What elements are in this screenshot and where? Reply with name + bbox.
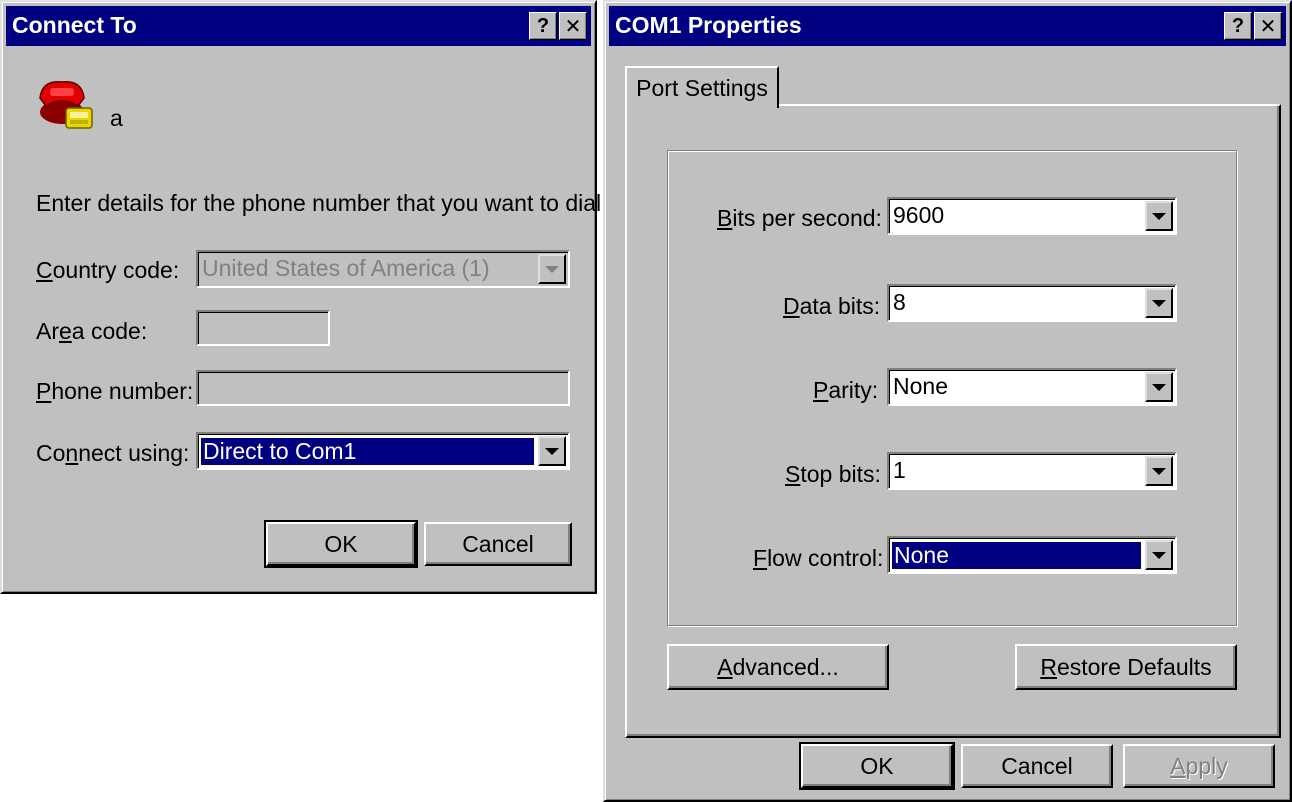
com1-properties-dialog: COM1 Properties ? ✕ Port Settings Bits p… [603, 0, 1292, 802]
data-bits-select[interactable]: 8 [887, 284, 1177, 322]
phone-number-label: Phone number: [36, 378, 194, 404]
ok-button[interactable]: OK [799, 742, 955, 790]
connect-using-dropdown[interactable] [538, 436, 566, 466]
phone-number-field[interactable] [196, 370, 570, 406]
stop-bits-label: Stop bits: [785, 461, 881, 487]
close-button[interactable]: ✕ [1254, 12, 1282, 40]
country-code-dropdown[interactable] [538, 254, 566, 284]
phone-icon [39, 81, 93, 129]
flow-control-dropdown[interactable] [1145, 540, 1173, 570]
instruction-text: Enter details for the phone number that … [36, 190, 608, 216]
stop-bits-dropdown[interactable] [1145, 456, 1173, 486]
flow-control-select[interactable]: None [887, 536, 1177, 574]
parity-label: Parity: [813, 377, 879, 403]
bits-per-second-select[interactable]: 9600 [887, 197, 1177, 235]
chevron-down-icon [1152, 467, 1166, 475]
area-code-label: Area code: [36, 318, 148, 344]
help-icon: ? [536, 14, 550, 37]
chevron-down-icon [545, 265, 559, 273]
parity-dropdown[interactable] [1145, 372, 1173, 402]
connect-using-value: Direct to Com1 [200, 437, 535, 466]
bits-per-second-dropdown[interactable] [1145, 201, 1173, 231]
cancel-button[interactable]: Cancel [424, 522, 572, 566]
country-code-select[interactable]: United States of America (1) [196, 250, 570, 288]
cancel-button[interactable]: Cancel [961, 744, 1113, 788]
help-icon: ? [1231, 14, 1245, 37]
restore-defaults-button[interactable]: Restore Defaults [1015, 644, 1237, 690]
tab-join [627, 104, 777, 107]
chevron-down-icon [1152, 551, 1166, 559]
chevron-down-icon [1152, 383, 1166, 391]
close-icon: ✕ [564, 15, 582, 38]
parity-select[interactable]: None [887, 368, 1177, 406]
area-code-field[interactable] [196, 310, 330, 346]
data-bits-label: Data bits: [783, 293, 881, 319]
entry-name: a [110, 105, 123, 131]
flow-control-label: Flow control: [753, 545, 884, 571]
close-icon: ✕ [1259, 15, 1277, 38]
advanced-button[interactable]: Advanced... [667, 644, 889, 690]
tab-port-settings[interactable]: Port Settings [625, 66, 779, 108]
close-button[interactable]: ✕ [559, 12, 587, 40]
ok-button[interactable]: OK [264, 520, 418, 568]
chevron-down-icon [1152, 212, 1166, 220]
connect-using-label: Connect using: [36, 440, 190, 466]
title-bar: Connect To ? ✕ [6, 6, 591, 46]
country-code-value: United States of America (1) [202, 255, 490, 281]
help-button[interactable]: ? [1224, 12, 1252, 40]
apply-button[interactable]: Apply [1123, 744, 1275, 788]
dialog-title: COM1 Properties [615, 12, 802, 38]
stop-bits-select[interactable]: 1 [887, 452, 1177, 490]
help-button[interactable]: ? [529, 12, 557, 40]
title-bar: COM1 Properties ? ✕ [609, 6, 1286, 46]
chevron-down-icon [1152, 299, 1166, 307]
connect-using-select[interactable]: Direct to Com1 [196, 432, 570, 470]
bits-per-second-label: Bits per second: [717, 205, 882, 231]
dialog-title: Connect To [12, 12, 137, 38]
chevron-down-icon [545, 447, 559, 455]
connect-to-dialog: Connect To ? ✕ a Enter details for the p… [0, 0, 608, 594]
data-bits-dropdown[interactable] [1145, 288, 1173, 318]
country-code-label: Country code: [36, 257, 180, 283]
